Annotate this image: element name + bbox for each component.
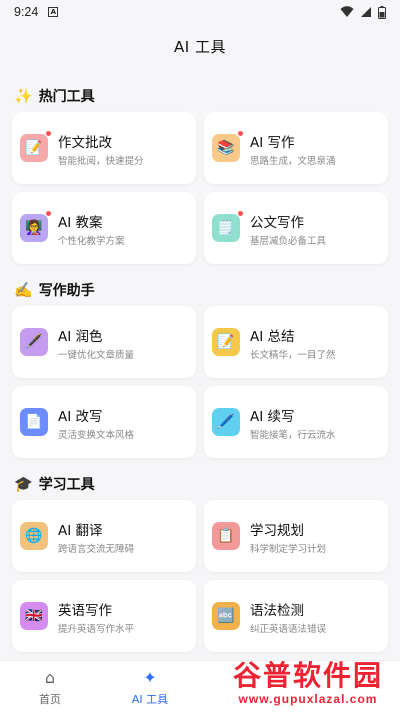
memo-icon: 📝 [212,328,240,356]
card-subtitle: 跨语言交流无障碍 [58,544,135,555]
tool-card-essay-grading[interactable]: 📝 作文批改 智能批阅，快速提分 [12,112,196,184]
tool-card-ai-translate[interactable]: 🌐 AI 翻译 跨语言交流无障碍 [12,500,196,572]
card-title: AI 总结 [250,329,295,345]
card-subtitle: 智能批阅，快速提分 [58,156,144,167]
card-subtitle: 纠正英语语法错误 [250,624,327,635]
notification-icon: A [48,7,59,17]
card-title: 语法检测 [250,603,304,619]
card-title: AI 续写 [250,409,295,425]
tool-card-ai-polish[interactable]: 🖋️ AI 润色 一键优化文章质量 [12,306,196,378]
battery-icon [378,5,386,19]
card-subtitle: 科学制定学习计划 [250,544,327,555]
tab-label: AI 工具 [131,692,169,706]
wifi-icon [340,6,354,17]
section-title: 热门工具 [38,89,95,105]
fountain-pen-icon: 🖋️ [20,328,48,356]
card-subtitle: 思路生成，文思泉涌 [250,156,336,167]
card-title: 作文批改 [58,135,112,151]
status-bar: 9:24 A [0,0,400,24]
books-icon: 📚 [212,134,240,162]
section-study-tools: 🎓 学习工具 [14,474,95,494]
tool-card-english-writing[interactable]: 🇬🇧 英语写作 提升英语写作水平 [12,580,196,652]
notepad-icon: 🗒️ [212,214,240,242]
card-title: AI 教案 [58,215,103,231]
card-title: AI 改写 [58,409,103,425]
pen-icon: 🖊️ [212,408,240,436]
graduation-cap-icon: 🎓 [14,475,33,493]
card-title: 公文写作 [250,215,304,231]
card-title: AI 写作 [250,135,295,151]
tool-card-official-writing[interactable]: 🗒️ 公文写作 基层减负必备工具 [204,192,388,264]
home-icon: ⌂ [44,667,56,687]
tool-card-study-plan[interactable]: 📋 学习规划 科学制定学习计划 [204,500,388,572]
tool-card-ai-rewrite[interactable]: 📄 AI 改写 灵活变换文本风格 [12,386,196,458]
tab-label: 首页 [39,692,61,706]
card-subtitle: 长文精华，一目了然 [250,350,336,361]
pencil-icon: 📝 [20,134,48,162]
writing-hand-icon: ✍️ [14,281,33,299]
section-title: 写作助手 [38,283,95,299]
tab-home[interactable]: ⌂ 首页 [0,661,100,712]
sparkle-icon: ✦ [143,667,157,687]
watermark-logo: 谷普软件园 www.gupuxlazal.com [220,652,396,708]
card-subtitle: 智能接笔，行云流水 [250,430,336,441]
document-icon: 📄 [20,408,48,436]
card-subtitle: 一键优化文章质量 [58,350,135,361]
card-subtitle: 提升英语写作水平 [58,624,135,635]
abc-icon: 🔤 [212,602,240,630]
signal-icon [361,7,371,17]
card-title: 学习规划 [250,523,304,539]
new-badge [45,210,52,217]
section-title: 学习工具 [38,477,95,493]
sparkle-icon: ✨ [14,87,33,105]
card-title: AI 翻译 [58,523,103,539]
page-title: AI 工具 [174,38,226,56]
new-badge [45,130,52,137]
globe-icon: 🌐 [20,522,48,550]
tool-card-ai-lesson-plan[interactable]: 👩‍🏫 AI 教案 个性化教学方案 [12,192,196,264]
card-subtitle: 个性化教学方案 [58,236,125,247]
card-subtitle: 基层减负必备工具 [250,236,327,247]
card-subtitle: 灵活变换文本风格 [58,430,135,441]
section-writing-assistant: ✍️ 写作助手 [14,280,95,300]
tab-ai-tools[interactable]: ✦ AI 工具 [100,661,200,712]
clipboard-icon: 📋 [212,522,240,550]
new-badge [237,130,244,137]
status-time: 9:24 [14,5,39,19]
status-right [340,5,386,19]
new-badge [237,210,244,217]
tool-card-ai-summary[interactable]: 📝 AI 总结 长文精华，一目了然 [204,306,388,378]
card-title: AI 润色 [58,329,103,345]
watermark-text: 谷普软件园 [232,660,383,691]
tool-card-grammar-check[interactable]: 🔤 语法检测 纠正英语语法错误 [204,580,388,652]
tool-card-ai-writing[interactable]: 📚 AI 写作 思路生成，文思泉涌 [204,112,388,184]
watermark-url: www.gupuxlazal.com [238,692,378,706]
card-title: 英语写作 [58,603,112,619]
section-hot-tools: ✨ 热门工具 [14,86,95,106]
teacher-icon: 👩‍🏫 [20,214,48,242]
uk-flag-icon: 🇬🇧 [20,602,48,630]
tool-card-ai-continue[interactable]: 🖊️ AI 续写 智能接笔，行云流水 [204,386,388,458]
